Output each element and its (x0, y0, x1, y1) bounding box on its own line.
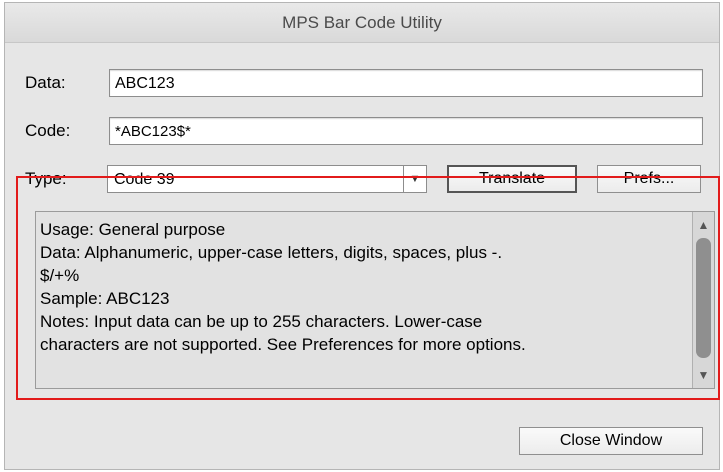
code-label: Code: (25, 121, 71, 140)
title-bar[interactable]: MPS Bar Code Utility (5, 3, 719, 43)
data-label: Data: (25, 73, 66, 92)
data-line: Data: Alphanumeric, upper-case letters, … (40, 243, 503, 262)
code-input[interactable]: *ABC123$* (109, 117, 703, 145)
sample-line: Sample: ABC123 (40, 289, 170, 308)
data-input[interactable]: ABC123 (109, 69, 703, 97)
scroll-thumb[interactable] (696, 238, 711, 358)
notes-line-continued: characters are not supported. See Prefer… (40, 335, 526, 354)
window-title: MPS Bar Code Utility (282, 13, 442, 32)
info-scrollbar[interactable]: ▲ ▼ (692, 212, 714, 388)
type-label: Type: (25, 169, 67, 188)
prefs-button[interactable]: Prefs... (597, 165, 701, 193)
barcode-utility-window: MPS Bar Code Utility Data: ABC123 Code: … (4, 2, 720, 470)
translate-button[interactable]: Translate (447, 165, 577, 193)
close-window-button[interactable]: Close Window (519, 427, 703, 455)
barcode-info-panel: Usage: General purpose Data: Alphanumeri… (35, 211, 715, 389)
info-text: Usage: General purpose Data: Alphanumeri… (40, 218, 678, 356)
usage-line: Usage: General purpose (40, 220, 226, 239)
data-line-continued: $/+% (40, 266, 80, 285)
scroll-down-arrow-icon[interactable]: ▼ (693, 366, 714, 384)
notes-line: Notes: Input data can be up to 255 chara… (40, 312, 483, 331)
chevron-down-icon[interactable]: ▼ (403, 166, 426, 192)
scroll-up-arrow-icon[interactable]: ▲ (693, 216, 714, 234)
type-select[interactable]: Code 39 ▼ (107, 165, 427, 193)
type-select-value: Code 39 (114, 171, 175, 188)
